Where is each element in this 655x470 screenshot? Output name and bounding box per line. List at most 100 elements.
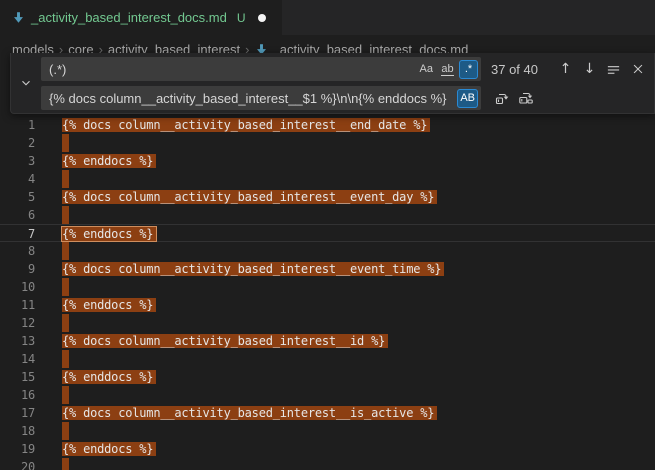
editor-line[interactable]: 10 (0, 278, 655, 296)
find-match-highlight: {% enddocs %} (62, 442, 156, 456)
line-text (62, 386, 69, 404)
line-number: 9 (0, 260, 35, 278)
previous-match-button[interactable]: ↑ (555, 59, 576, 80)
line-text: {% docs column__activity_based_interest_… (62, 188, 437, 206)
find-match-highlight: {% docs column__activity_based_interest_… (62, 118, 430, 132)
editor-line[interactable]: 4 (0, 170, 655, 188)
line-number: 1 (0, 116, 35, 134)
editor-line[interactable]: 13 {% docs column__activity_based_interes… (0, 332, 655, 350)
line-text: {% docs column__activity_based_interest_… (62, 404, 437, 422)
editor-line[interactable]: 17 {% docs column__activity_based_interes… (0, 404, 655, 422)
find-in-selection-button[interactable] (603, 59, 624, 80)
line-number: 19 (0, 440, 35, 458)
replace-input-value: {% docs column__activity_based_interest_… (49, 91, 455, 106)
match-case-toggle[interactable]: Aa (417, 60, 436, 79)
whole-word-toggle[interactable]: ab (438, 60, 457, 79)
line-number: 11 (0, 296, 35, 314)
line-number: 6 (0, 206, 35, 224)
line-number: 4 (0, 170, 35, 188)
editor-line[interactable]: 2 (0, 134, 655, 152)
line-text: {% docs column__activity_based_interest_… (62, 260, 444, 278)
find-match-highlight: {% docs column__activity_based_interest_… (62, 334, 388, 348)
line-number: 14 (0, 350, 35, 368)
close-find-button[interactable] (627, 59, 648, 80)
line-number: 2 (0, 134, 35, 152)
close-icon (631, 62, 645, 76)
editor-line[interactable]: 19 {% enddocs %} (0, 440, 655, 458)
find-row: (.*) Aa ab .* 37 of 40 ↑ ↓ (41, 57, 648, 81)
vscode-window: { "tab": { "filename": "_activity_based_… (0, 0, 655, 470)
editor-line[interactable]: 3 {% enddocs %} (0, 152, 655, 170)
find-match-highlight: {% docs column__activity_based_interest_… (62, 190, 437, 204)
editor-line[interactable]: 11 {% enddocs %} (0, 296, 655, 314)
git-status-badge: U (237, 11, 246, 25)
editor-line[interactable]: 6 (0, 206, 655, 224)
editor-line[interactable]: 16 (0, 386, 655, 404)
editor-line[interactable]: 9 {% docs column__activity_based_interest… (0, 260, 655, 278)
line-text (62, 242, 69, 260)
replace-all-icon (518, 90, 534, 106)
replace-input[interactable]: {% docs column__activity_based_interest_… (41, 86, 481, 110)
line-number: 17 (0, 404, 35, 422)
replace-icon (494, 90, 510, 106)
chevron-down-icon (19, 76, 33, 90)
editor-line[interactable]: 15{% enddocs %} (0, 368, 655, 386)
line-number: 5 (0, 188, 35, 206)
line-text (62, 278, 69, 296)
empty-line-match-bar (62, 314, 69, 332)
whole-word-label: ab (441, 63, 453, 76)
find-match-highlight: {% docs column__activity_based_interest_… (62, 406, 437, 420)
preserve-case-toggle[interactable]: AB (457, 89, 478, 108)
line-text (62, 170, 69, 188)
line-text: {% enddocs %} (62, 440, 156, 458)
editor-line[interactable]: 7{% enddocs %} (0, 224, 655, 242)
find-input-value: (.*) (49, 62, 415, 77)
regex-toggle[interactable]: .* (459, 60, 478, 79)
find-input[interactable]: (.*) Aa ab .* (41, 57, 481, 81)
line-number: 8 (0, 242, 35, 260)
preserve-case-label: AB (460, 92, 475, 104)
line-text: {% docs column__activity_based_interest_… (62, 116, 430, 134)
empty-line-match-bar (62, 278, 69, 296)
toggle-replace-button[interactable] (11, 57, 41, 109)
empty-line-match-bar (62, 422, 69, 440)
line-text (62, 206, 69, 224)
replace-row: {% docs column__activity_based_interest_… (41, 86, 648, 110)
empty-line-match-bar (62, 170, 69, 188)
tab-bar: _activity_based_interest_docs.md U (0, 0, 655, 35)
editor-content[interactable]: 1 {% docs column__activity_based_interest… (0, 116, 655, 470)
replace-all-button[interactable] (515, 88, 536, 109)
tab-active-file[interactable]: _activity_based_interest_docs.md U (0, 0, 282, 35)
line-text (62, 350, 69, 368)
editor-line[interactable]: 12 (0, 314, 655, 332)
line-text: {% enddocs %} (62, 152, 156, 170)
editor-line[interactable]: 1 {% docs column__activity_based_interest… (0, 116, 655, 134)
find-match-highlight: {% enddocs %} (62, 298, 156, 312)
line-text: {% enddocs %} (62, 368, 156, 386)
empty-line-match-bar (62, 134, 69, 152)
line-text (62, 422, 69, 440)
find-match-highlight: {% enddocs %} (62, 370, 156, 384)
line-text: {% docs column__activity_based_interest_… (62, 332, 388, 350)
empty-line-match-bar (62, 458, 69, 470)
editor-line[interactable]: 18 (0, 422, 655, 440)
line-number: 13 (0, 332, 35, 350)
replace-button[interactable] (491, 88, 512, 109)
markdown-file-icon (12, 11, 25, 24)
next-match-button[interactable]: ↓ (579, 59, 600, 80)
editor-line[interactable]: 5 {% docs column__activity_based_interest… (0, 188, 655, 206)
line-text (62, 314, 69, 332)
editor-line[interactable]: 20 (0, 458, 655, 470)
editor-line[interactable]: 8 (0, 242, 655, 260)
arrow-up-icon: ↑ (560, 62, 572, 76)
unsaved-changes-dot[interactable] (258, 14, 266, 22)
empty-line-match-bar (62, 242, 69, 260)
editor-line[interactable]: 14 (0, 350, 655, 368)
line-number: 16 (0, 386, 35, 404)
line-number: 3 (0, 152, 35, 170)
line-text: {% enddocs %} (62, 296, 156, 314)
find-match-highlight: {% enddocs %} (62, 154, 156, 168)
line-number: 20 (0, 458, 35, 470)
current-find-match: {% enddocs %} (62, 227, 156, 241)
match-count: 37 of 40 (491, 62, 538, 77)
